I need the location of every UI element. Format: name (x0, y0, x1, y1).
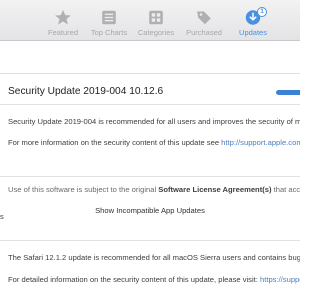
license-text-suffix: that accompanied the software being upda… (273, 185, 300, 194)
license-agreement-link[interactable]: Software License Agreement(s) (158, 185, 271, 194)
license-text-prefix: Use of this software is subject to the o… (8, 185, 159, 194)
toolbar-item-updates[interactable]: 1 Updates (228, 7, 278, 37)
toolbar-label-top-charts: Top Charts (90, 28, 128, 37)
toolbar-item-purchased[interactable]: Purchased (179, 9, 229, 37)
grid-icon (149, 10, 163, 25)
section-heading: s (0, 212, 4, 221)
toolbar-item-top-charts[interactable]: Top Charts (84, 9, 134, 37)
toolbar-item-categories[interactable]: Categories (131, 9, 181, 37)
show-incompatible-updates-button[interactable]: Show Incompatible App Updates (0, 206, 300, 215)
toolbar-label-purchased: Purchased (186, 28, 222, 37)
toolbar-label-categories: Categories (137, 28, 175, 37)
update-more-info: For more information on the security con… (8, 138, 300, 147)
support-link[interactable]: http://support.apple.com/kb/HT201222 (221, 138, 300, 147)
divider (0, 176, 300, 177)
updates-count-badge: 1 (257, 7, 267, 17)
divider (0, 240, 300, 241)
license-notice: Use of this software is subject to the o… (8, 185, 300, 194)
toolbar-label-updates: Updates (239, 28, 267, 37)
divider (0, 104, 300, 105)
more-info-text: For more information on the security con… (8, 138, 222, 147)
safari-update-more-info: For detailed information on the security… (8, 275, 300, 284)
update-description: Security Update 2019-004 is recommended … (8, 117, 300, 126)
update-progress-fill (276, 90, 300, 95)
safari-update-description: The Safari 12.1.2 update is recommended … (8, 253, 300, 262)
update-progress-bar (276, 90, 300, 95)
toolbar: Featured Top Charts Categories Purchased… (0, 0, 300, 41)
app-store-updates-window: Featured Top Charts Categories Purchased… (0, 0, 300, 300)
safari-support-link[interactable]: https://support.apple.com/kb/HT201222 (260, 275, 300, 284)
list-icon (102, 10, 116, 25)
star-icon (55, 9, 71, 25)
divider (0, 73, 300, 74)
toolbar-item-featured[interactable]: Featured (38, 9, 88, 37)
safari-more-info-text: For detailed information on the security… (8, 275, 260, 284)
tag-icon (197, 11, 211, 25)
toolbar-label-featured: Featured (47, 28, 79, 37)
update-title: Security Update 2019-004 10.12.6 (8, 86, 164, 97)
